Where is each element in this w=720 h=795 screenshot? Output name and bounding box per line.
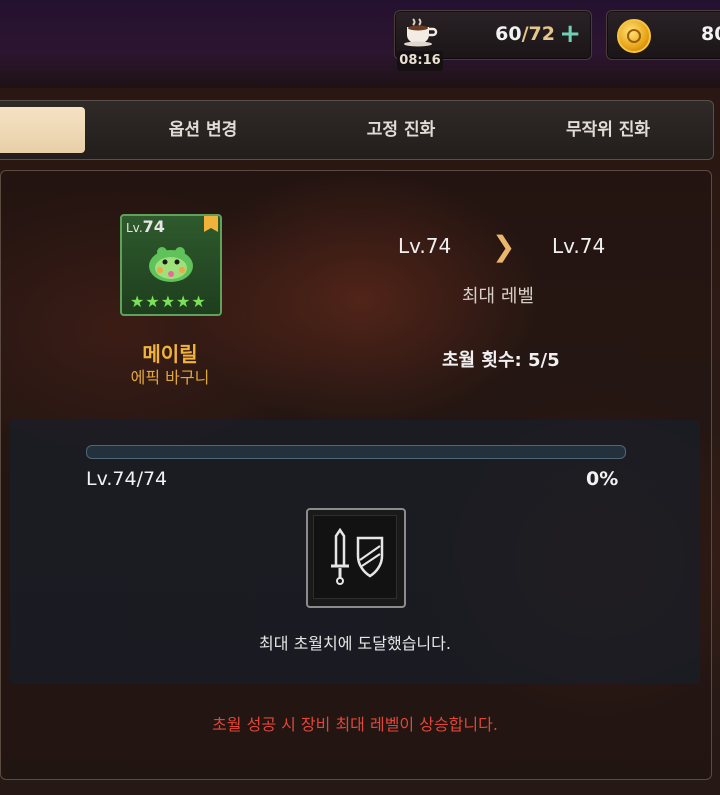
item-level-prefix: Lv. bbox=[126, 221, 143, 235]
max-level-label: 최대 레벨 bbox=[462, 286, 534, 307]
tab-bar: 옵션 변경 고정 진화 무작위 진화 bbox=[0, 100, 714, 160]
notice-text: 초월 성공 시 장비 최대 레벨이 상승합니다. bbox=[212, 715, 498, 734]
stamina-max: 72 bbox=[528, 23, 555, 45]
tab-fixed-evolution[interactable]: 고정 진화 bbox=[321, 101, 481, 159]
stamina-sep: / bbox=[521, 23, 529, 45]
star-rating: ★★★★★ bbox=[130, 292, 207, 311]
stamina-timer: 08:16 bbox=[397, 51, 443, 71]
tab-option-change-label: 옵션 변경 bbox=[168, 120, 238, 140]
gold-value: 80 bbox=[701, 23, 720, 45]
progress-bar bbox=[86, 445, 626, 459]
transcend-count: 초월 횟수: 5/5 bbox=[442, 350, 560, 371]
item-card[interactable]: Lv.74 ★★★★★ bbox=[120, 214, 222, 316]
tab-active[interactable] bbox=[0, 107, 85, 153]
item-level: Lv.74 bbox=[126, 217, 165, 236]
equipment-slot-inner bbox=[313, 515, 397, 599]
item-name: 메이릴 bbox=[142, 342, 198, 366]
gold-box[interactable]: 80 bbox=[606, 10, 720, 60]
top-resource-bar: 08:16 60/72 + 80 bbox=[0, 0, 720, 88]
tab-random-evolution-label: 무작위 진화 bbox=[565, 120, 651, 140]
coffee-cup-icon bbox=[404, 18, 438, 47]
lock-badge-icon bbox=[204, 216, 218, 232]
tab-option-change[interactable]: 옵션 변경 bbox=[123, 101, 283, 159]
item-type: 에픽 바구니 bbox=[130, 368, 210, 387]
stamina-value: 60/72 bbox=[495, 23, 555, 45]
current-level: Lv.74 bbox=[398, 234, 452, 258]
item-level-value: 74 bbox=[142, 217, 165, 236]
equipment-slot bbox=[306, 508, 406, 608]
arrow-right-icon: ❯ bbox=[492, 230, 516, 263]
basket-pet-icon bbox=[149, 247, 193, 282]
sword-shield-icon bbox=[331, 527, 384, 585]
tab-fixed-evolution-label: 고정 진화 bbox=[366, 120, 436, 140]
stamina-box[interactable]: 08:16 60/72 + bbox=[394, 10, 592, 71]
progress-percent: 0% bbox=[586, 468, 619, 490]
plus-icon[interactable]: + bbox=[559, 19, 581, 49]
progress-level-text: Lv.74/74 bbox=[86, 468, 168, 490]
stamina-current: 60 bbox=[495, 23, 522, 45]
tab-random-evolution[interactable]: 무작위 진화 bbox=[523, 101, 693, 159]
gold-coin-icon bbox=[617, 19, 651, 53]
max-reached-message: 최대 초월치에 도달했습니다. bbox=[259, 634, 451, 653]
next-level: Lv.74 bbox=[552, 234, 606, 258]
